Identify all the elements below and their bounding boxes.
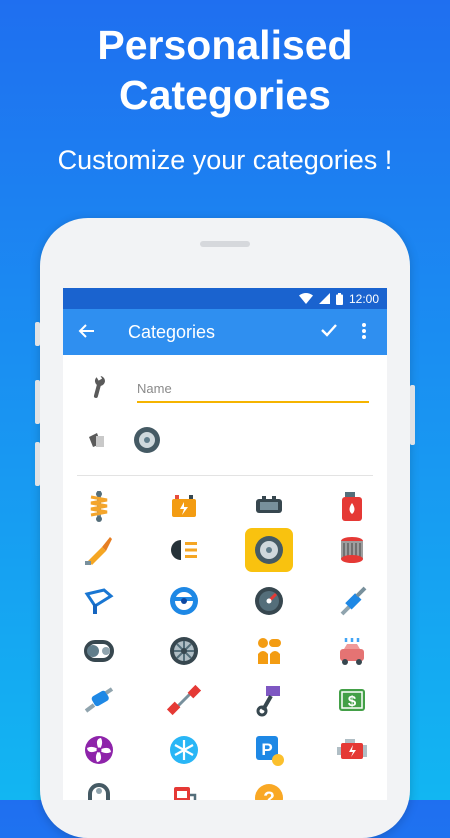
category-icon-option[interactable] <box>245 629 293 673</box>
category-icon-option[interactable] <box>75 776 123 800</box>
check-icon[interactable] <box>319 320 339 346</box>
category-icon-option[interactable]: $ <box>328 678 376 722</box>
category-icon-option[interactable] <box>160 484 208 528</box>
headlight-icon <box>171 540 197 560</box>
divider <box>77 475 373 476</box>
headline-line2: Categories <box>119 72 331 118</box>
wifi-icon <box>298 293 313 304</box>
headline-line1: Personalised <box>97 22 353 68</box>
category-icon-option[interactable] <box>160 728 208 772</box>
battery-status-icon <box>335 292 343 305</box>
category-icon-option[interactable] <box>328 728 376 772</box>
category-icon-option[interactable] <box>160 678 208 722</box>
category-icon-option[interactable] <box>245 528 293 572</box>
steering-wheel-icon <box>170 587 198 615</box>
category-icon-option[interactable] <box>75 728 123 772</box>
phone-side-button <box>35 442 40 486</box>
category-icon-option[interactable] <box>328 484 376 528</box>
tire-icon <box>255 536 283 564</box>
category-icon-option[interactable] <box>328 528 376 572</box>
car-wash-icon <box>340 638 364 665</box>
wrench-icon <box>83 371 116 406</box>
category-icon-option[interactable] <box>328 629 376 673</box>
wiper-icon <box>84 588 114 614</box>
category-icon-option[interactable] <box>160 579 208 623</box>
gas-station-icon <box>174 787 197 800</box>
category-icon-option[interactable] <box>75 484 123 528</box>
svg-text:$: $ <box>348 693 357 710</box>
rim-icon <box>170 637 198 665</box>
tire-icon[interactable] <box>133 426 161 454</box>
battery-icon <box>172 495 196 517</box>
more-vert-icon[interactable] <box>361 321 367 345</box>
status-bar: 12:00 <box>63 288 387 309</box>
signal-icon <box>318 293 330 304</box>
page-title: Categories <box>128 322 216 342</box>
category-icon-option[interactable] <box>75 629 123 673</box>
category-icon-option[interactable] <box>245 678 293 722</box>
app-screen: 12:00 Categories $ P? <box>63 288 387 800</box>
phone-side-button <box>35 380 40 424</box>
headline: Personalised Categories <box>0 20 450 120</box>
phone-speaker <box>200 241 250 247</box>
tag-icon[interactable] <box>87 432 107 448</box>
category-icon-option[interactable] <box>75 678 123 722</box>
phone-side-button <box>35 322 40 346</box>
status-time: 12:00 <box>348 291 379 306</box>
category-icon-option[interactable] <box>328 579 376 623</box>
gear-shift-icon <box>258 638 281 664</box>
color-icon-row <box>63 414 387 466</box>
category-icon-option[interactable] <box>160 629 208 673</box>
spark-plug-icon <box>85 537 112 565</box>
category-icon-option[interactable] <box>75 528 123 572</box>
help-icon: ? <box>255 784 283 800</box>
svg-text:?: ? <box>263 789 275 800</box>
category-icon-option[interactable] <box>160 528 208 572</box>
svg-text:P: P <box>261 740 272 759</box>
category-icon-option[interactable] <box>245 579 293 623</box>
shock-absorber-icon <box>90 491 108 522</box>
category-icon-option[interactable] <box>160 776 208 800</box>
chain-icon <box>88 783 110 800</box>
parking-icon: P <box>256 736 284 766</box>
arrow-back-icon[interactable] <box>77 321 97 345</box>
category-icon-option[interactable] <box>75 579 123 623</box>
name-row <box>63 355 387 407</box>
engine-icon <box>337 739 367 759</box>
timing-belt-icon <box>84 640 114 662</box>
category-icon-option[interactable]: P <box>245 728 293 772</box>
subtitle: Customize your categories ! <box>57 145 393 175</box>
fan-icon <box>85 736 113 764</box>
brake-pad-icon <box>256 496 282 513</box>
app-bar: Categories <box>63 309 387 355</box>
fuel-can-icon <box>342 492 362 521</box>
category-icon-option[interactable] <box>245 484 293 528</box>
speedometer-icon <box>255 587 283 615</box>
piston-icon <box>256 686 280 717</box>
money-icon: $ <box>339 689 365 711</box>
dumbbell-icon <box>167 684 201 716</box>
phone-power-button <box>410 385 415 445</box>
name-input[interactable] <box>137 379 369 403</box>
air-filter-icon <box>341 537 363 563</box>
glow-plug-icon <box>340 586 367 616</box>
exhaust-icon <box>84 687 114 713</box>
air-conditioning-icon <box>170 736 198 764</box>
category-icon-option[interactable]: ? <box>245 776 293 800</box>
